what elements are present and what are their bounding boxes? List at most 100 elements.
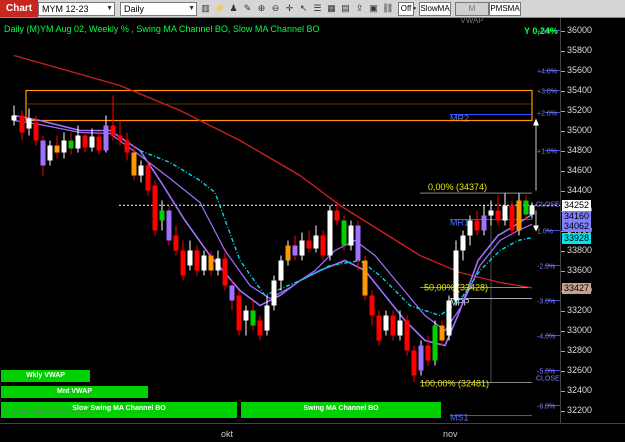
candle-body	[250, 310, 256, 326]
candle-body	[376, 315, 382, 341]
candle-body	[19, 115, 25, 133]
crosshair-icon[interactable]: ✛	[284, 2, 295, 14]
zoom-in-icon[interactable]: ⊕	[256, 2, 267, 14]
candle-body	[390, 315, 396, 336]
chart-trader-icon[interactable]: ▦	[326, 2, 337, 14]
price-tag: 33427	[562, 282, 592, 294]
price-tick-mark	[561, 50, 565, 52]
drawing-tools-icon[interactable]: ✎	[242, 2, 253, 14]
candle-body	[355, 225, 361, 261]
link-icon[interactable]: ⛓	[382, 2, 393, 14]
chevron-down-icon: ▼	[106, 5, 113, 12]
share-icon[interactable]: ⇪	[354, 2, 365, 14]
price-tick-mark	[561, 350, 565, 352]
candle-body	[488, 210, 494, 216]
candle-body	[222, 258, 228, 286]
price-tick-mark	[561, 70, 565, 72]
candle-body	[278, 260, 284, 281]
price-tick-label: 36000	[567, 24, 593, 35]
pct-label: -2.0%	[537, 264, 555, 271]
candle-body	[495, 210, 501, 221]
save-icon[interactable]: ▣	[368, 2, 379, 14]
candle-body	[11, 115, 17, 121]
price-tag: 34062	[562, 220, 592, 232]
candle-body	[33, 122, 39, 141]
candle-body	[257, 320, 263, 336]
candle-body	[215, 258, 221, 271]
candle-body	[516, 200, 522, 231]
price-tick-label: 35200	[567, 104, 593, 115]
candle-body	[509, 205, 515, 231]
mnt-vwap-button[interactable]: Mnt VWAP	[1, 386, 148, 398]
candle-body	[285, 245, 291, 261]
candle-body	[159, 210, 165, 221]
candle-body	[208, 255, 214, 271]
candle-body	[432, 325, 438, 361]
price-tick-mark	[561, 310, 565, 312]
properties-icon[interactable]: ☰	[312, 2, 323, 14]
price-chart[interactable]: MR2 MR1 MPP MS1 0,00% (34374) 50,00% (33428) 1…	[0, 18, 560, 423]
price-tick-mark	[561, 330, 565, 332]
candle-body	[425, 345, 431, 361]
chevron-down-icon: ▼	[188, 5, 195, 12]
chart-tab[interactable]: Chart	[0, 0, 39, 17]
price-axis[interactable]: 36000 35800 35600 35400 35200 35000 34800 34600…	[560, 18, 625, 423]
pct-label: -3.0%	[537, 299, 555, 306]
price-tick-mark	[561, 90, 565, 92]
candle-body	[299, 240, 305, 256]
toggle-icon[interactable]: ▪	[412, 2, 417, 14]
pivot-mr2-label: MR2	[450, 114, 469, 124]
price-tick-mark	[561, 370, 565, 372]
candle-body	[124, 140, 130, 153]
candle-body	[173, 235, 179, 251]
cursor-icon[interactable]: ↖	[298, 2, 309, 14]
fib-50-label: 50,00% (33428)	[424, 283, 488, 293]
candle-body	[229, 285, 235, 301]
candle-body	[236, 295, 242, 331]
candle-body	[47, 145, 53, 161]
swing-ma-channel-button[interactable]: Swing MA Channel BO	[241, 402, 441, 418]
instrument-label: MYM 12-23	[42, 4, 89, 14]
price-tick-mark	[561, 390, 565, 392]
candle-body	[131, 152, 137, 176]
price-tick-mark	[561, 110, 565, 112]
candle-body	[82, 135, 88, 148]
slowma-button[interactable]: SlowMA	[419, 2, 451, 16]
price-tag: 33928	[562, 232, 592, 244]
candle-body	[89, 136, 95, 148]
candle-body	[271, 280, 277, 306]
price-tick-label: 33000	[567, 324, 593, 335]
candle-body	[327, 210, 333, 256]
bars-icon[interactable]: ▥	[200, 2, 211, 14]
candle-body	[439, 325, 445, 341]
price-tick-mark	[561, 410, 565, 412]
candle-body	[292, 245, 298, 256]
time-label-okt: okt	[221, 429, 234, 439]
instrument-selector[interactable]: MYM 12-23 ▼	[38, 2, 115, 16]
pct-label: 1.0%	[537, 229, 553, 236]
candle-body	[145, 165, 151, 191]
price-tick-mark	[561, 30, 565, 32]
strategy-icon[interactable]: ♟	[228, 2, 239, 14]
data-box-icon[interactable]: ▤	[340, 2, 351, 14]
candle-body	[334, 210, 340, 221]
candle-body	[68, 140, 74, 149]
pmsma-button[interactable]: PMSMA	[489, 2, 521, 16]
candle-body	[110, 125, 116, 136]
pivot-ms1-label: MS1	[450, 413, 469, 423]
candle-body	[40, 140, 46, 166]
chart-toolbar: Chart MYM 12-23 ▼ Daily ▼ ▥ ⚡ ♟ ✎ ⊕ ⊖ ✛ …	[0, 0, 625, 25]
time-axis[interactable]: okt nov	[0, 423, 625, 442]
candle-body	[75, 135, 81, 149]
price-tick-label: 33200	[567, 304, 593, 315]
candle-body	[502, 205, 508, 221]
indicators-icon[interactable]: ⚡	[214, 2, 225, 14]
zoom-out-icon[interactable]: ⊖	[270, 2, 281, 14]
candle-body	[418, 345, 424, 371]
candle-body	[26, 118, 32, 129]
price-tick-label: 35600	[567, 64, 593, 75]
price-tick-label: 32200	[567, 404, 593, 415]
interval-selector[interactable]: Daily ▼	[120, 2, 197, 16]
mvwap-button[interactable]: M VWAP	[455, 2, 489, 25]
wkly-vwap-button[interactable]: Wkly VWAP	[1, 370, 90, 382]
